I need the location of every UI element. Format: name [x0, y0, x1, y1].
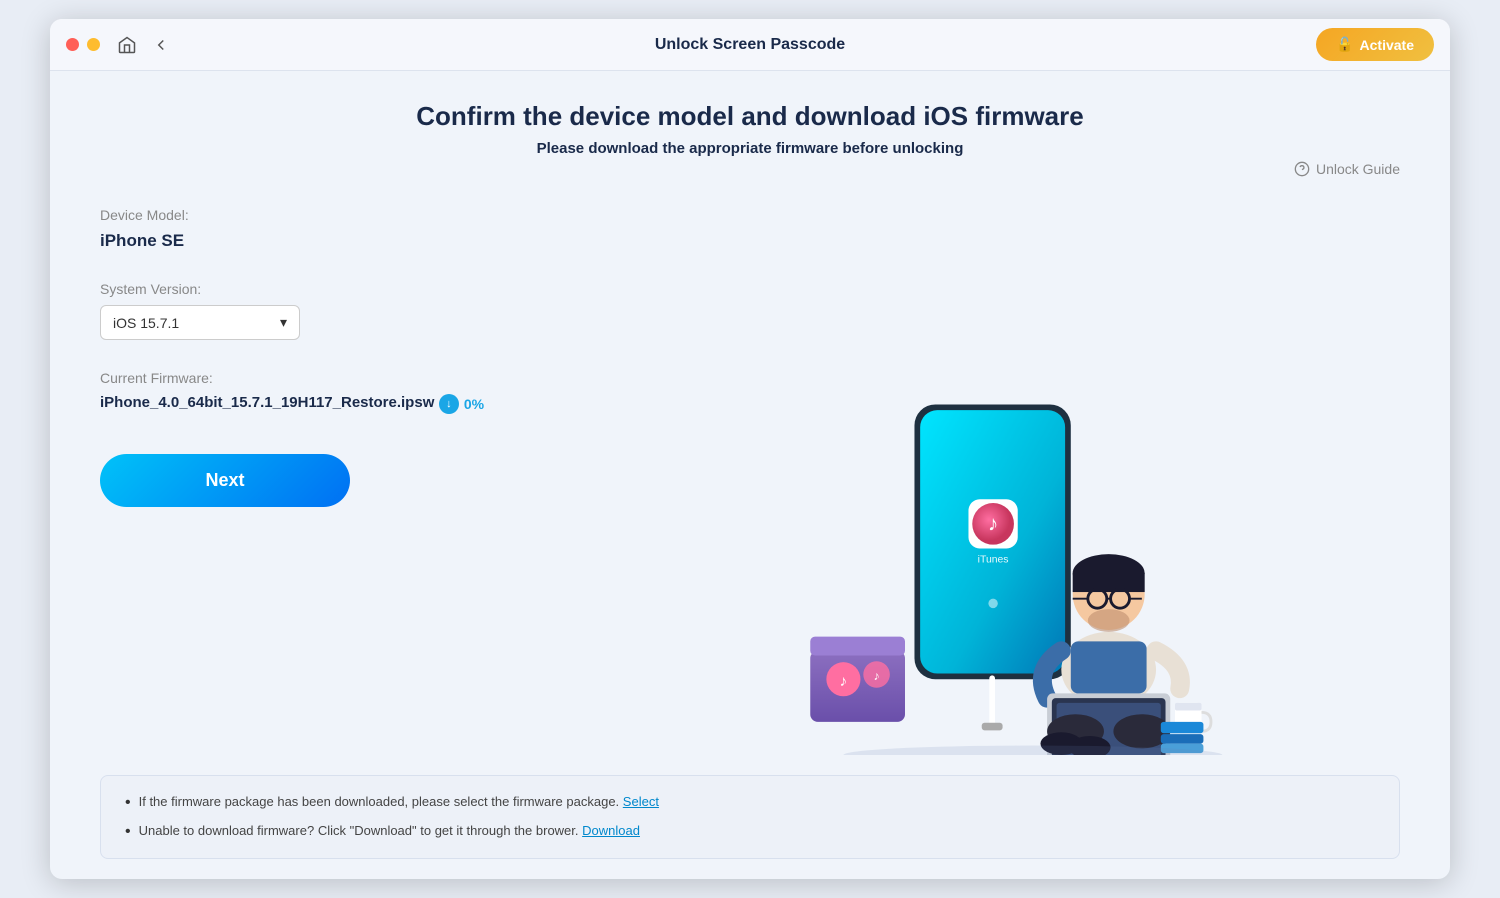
note-2-text: Unable to download firmware? Click "Down…	[139, 823, 640, 838]
footer-notes: • If the firmware package has been downl…	[100, 775, 1400, 859]
activate-label: Activate	[1360, 37, 1414, 53]
firmware-filename: iPhone_4.0_64bit_15.7.1_19H117_Restore.i…	[100, 394, 550, 414]
svg-text:♪: ♪	[874, 669, 880, 683]
firmware-group: Current Firmware: iPhone_4.0_64bit_15.7.…	[100, 370, 550, 414]
question-icon	[1294, 161, 1310, 177]
download-link[interactable]: Download	[582, 823, 640, 838]
left-panel: Device Model: iPhone SE System Version: …	[100, 177, 550, 765]
svg-text:iTunes: iTunes	[978, 555, 1009, 566]
bullet-2: •	[125, 824, 131, 840]
device-model-value: iPhone SE	[100, 231, 550, 251]
right-panel: ♪ iTunes ♪ ♪	[590, 177, 1400, 765]
svg-text:♪: ♪	[840, 673, 848, 690]
app-window: Unlock Screen Passcode 🔓 Activate Confir…	[50, 19, 1450, 879]
select-link[interactable]: Select	[623, 794, 659, 809]
system-version-select[interactable]: iOS 15.7.1 ▾	[100, 305, 300, 340]
minimize-dot[interactable]	[87, 38, 100, 51]
home-icon[interactable]	[116, 34, 138, 56]
chevron-down-icon: ▾	[280, 314, 287, 331]
system-version-label: System Version:	[100, 281, 550, 297]
system-version-value: iOS 15.7.1	[113, 315, 179, 331]
bullet-1: •	[125, 795, 131, 811]
page-header: Confirm the device model and download iO…	[100, 101, 1400, 157]
close-dot[interactable]	[66, 38, 79, 51]
activate-icon: 🔓	[1336, 36, 1353, 53]
window-controls	[66, 38, 100, 51]
system-version-group: System Version: iOS 15.7.1 ▾	[100, 281, 550, 340]
device-model-label: Device Model:	[100, 207, 550, 223]
main-content: Confirm the device model and download iO…	[50, 71, 1450, 879]
firmware-label: Current Firmware:	[100, 370, 550, 386]
unlock-guide-button[interactable]: Unlock Guide	[1294, 161, 1400, 177]
unlock-guide-label: Unlock Guide	[1316, 161, 1400, 177]
note-item-1: • If the firmware package has been downl…	[125, 794, 1375, 811]
titlebar: Unlock Screen Passcode 🔓 Activate	[50, 19, 1450, 71]
page-subheading: Please download the appropriate firmware…	[100, 140, 1400, 157]
note-item-2: • Unable to download firmware? Click "Do…	[125, 823, 1375, 840]
content-area: Device Model: iPhone SE System Version: …	[100, 177, 1400, 765]
page-heading: Confirm the device model and download iO…	[100, 101, 1400, 132]
download-badge: ↓ 0%	[439, 394, 484, 414]
illustration: ♪ iTunes ♪ ♪	[755, 395, 1235, 755]
back-icon[interactable]	[150, 34, 172, 56]
page-title: Unlock Screen Passcode	[655, 36, 845, 54]
note-1-text: If the firmware package has been downloa…	[139, 794, 659, 809]
next-button[interactable]: Next	[100, 454, 350, 507]
device-model-group: Device Model: iPhone SE	[100, 207, 550, 251]
download-percent: 0%	[464, 396, 484, 412]
activate-button[interactable]: 🔓 Activate	[1316, 28, 1434, 61]
download-icon: ↓	[439, 394, 459, 414]
svg-text:♪: ♪	[988, 512, 998, 535]
nav-icons	[116, 34, 172, 56]
